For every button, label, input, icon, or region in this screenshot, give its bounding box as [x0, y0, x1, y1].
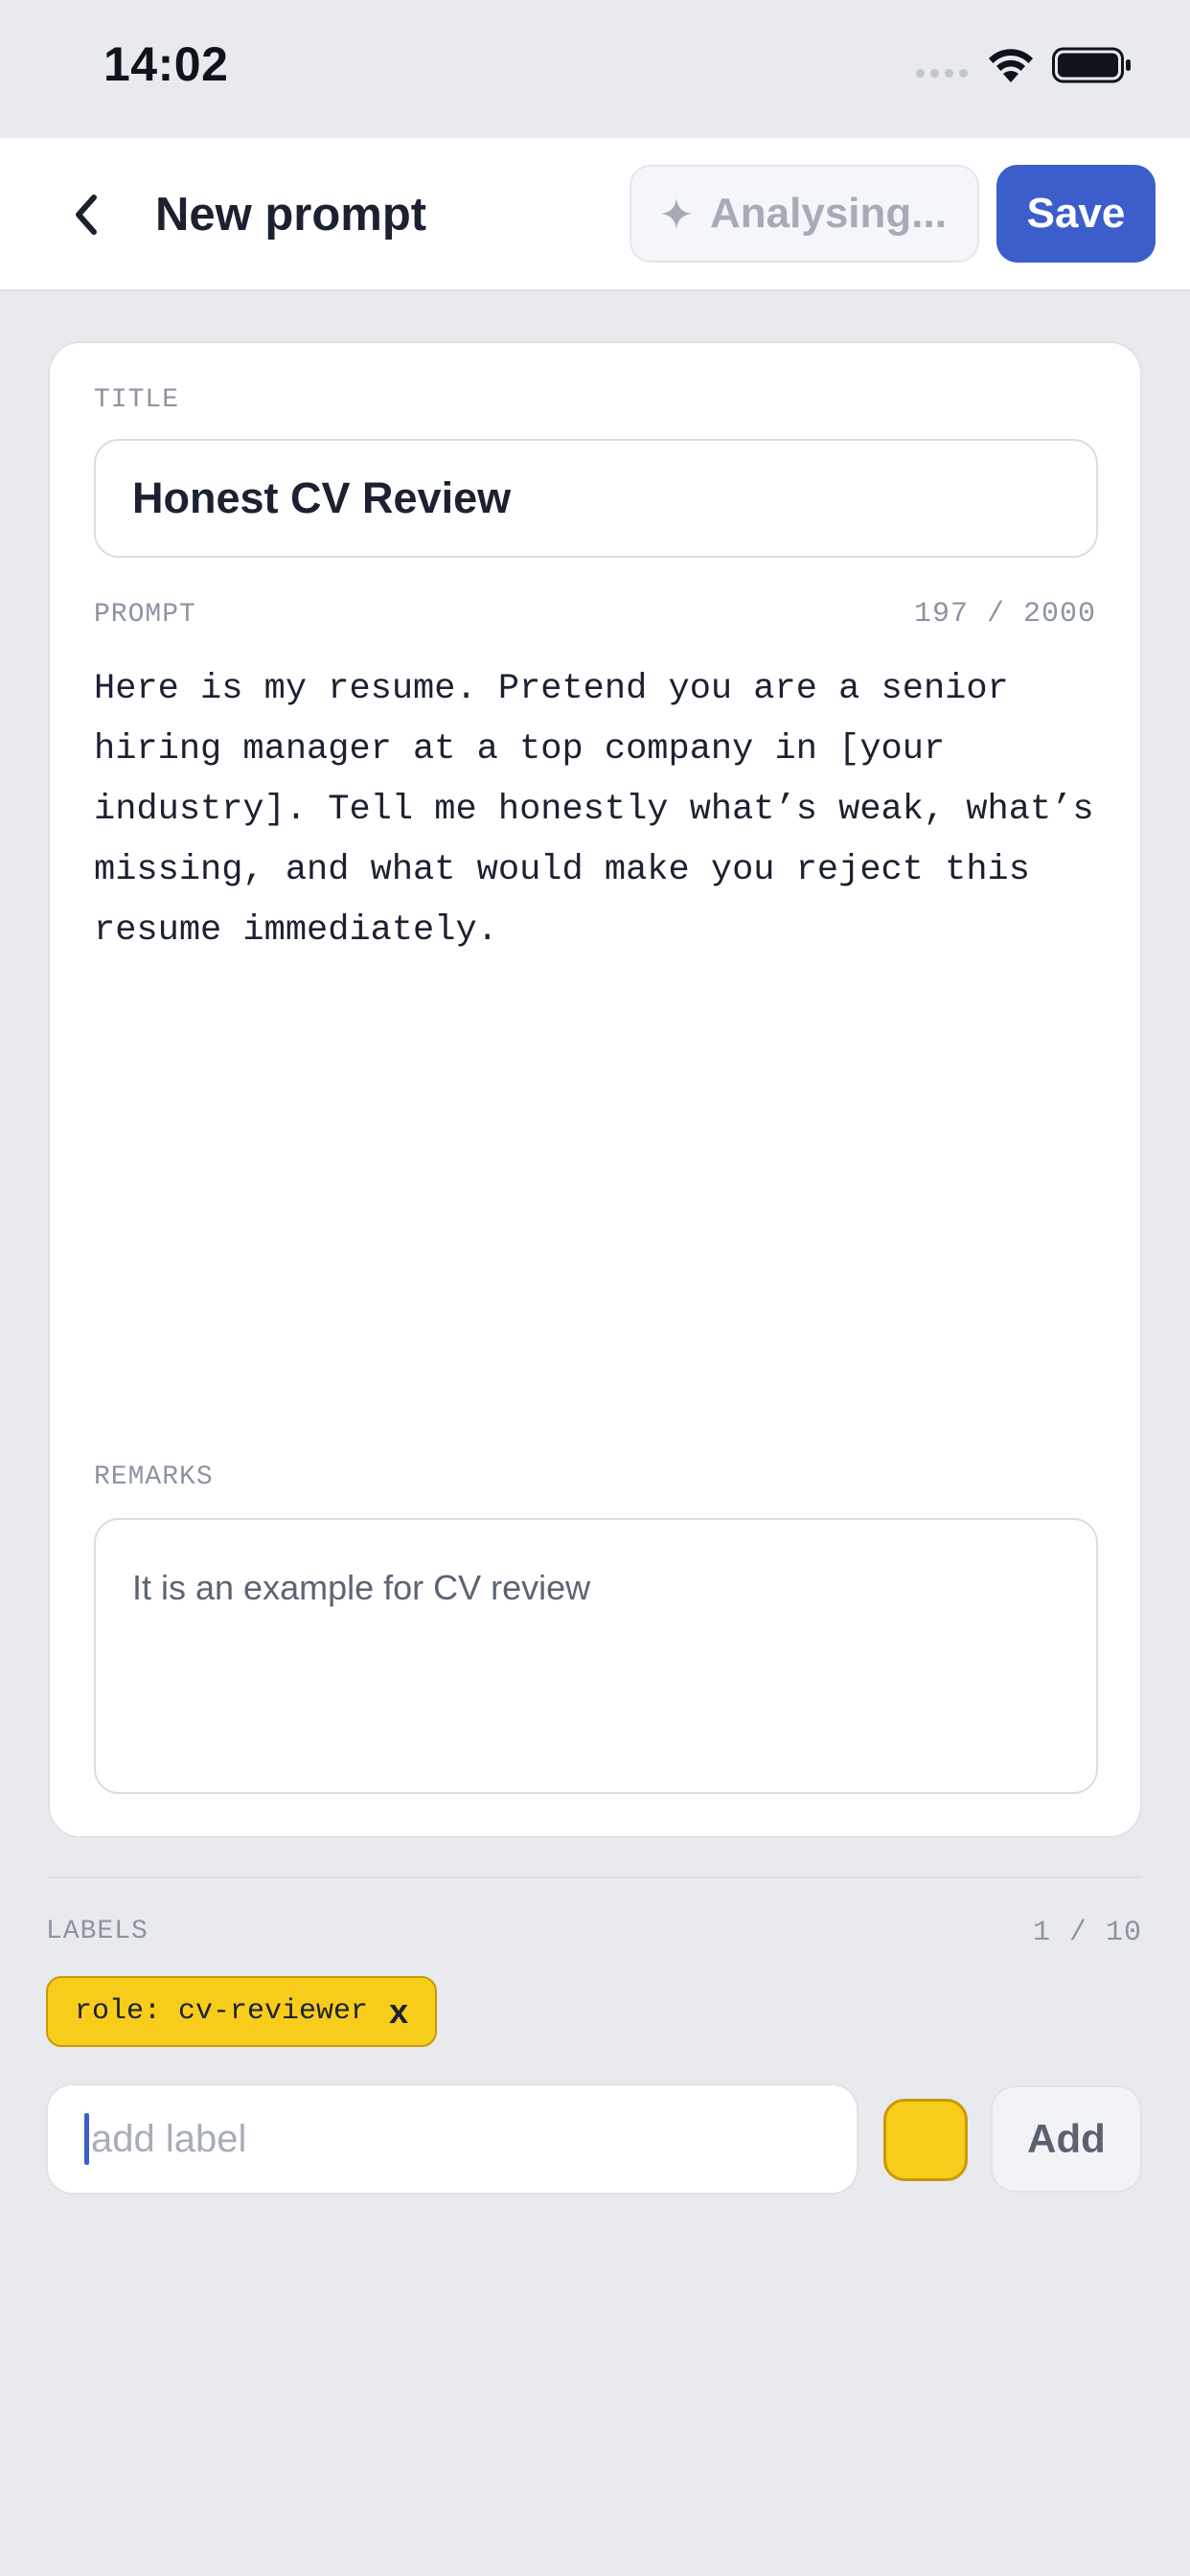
app-header: New prompt Analysing... Save [0, 138, 1190, 291]
chevron-left-icon [76, 195, 97, 235]
add-label-button[interactable]: Add [991, 2085, 1142, 2193]
add-label-placeholder: add label [91, 2117, 247, 2160]
back-button[interactable] [54, 182, 119, 247]
cellular-signal-icon [916, 69, 968, 78]
page-title: New prompt [155, 189, 427, 241]
prompt-form-card: TITLE Honest CV Review PROMPT 197 / 2000… [48, 341, 1142, 1838]
prompt-char-counter: 197 / 2000 [913, 598, 1096, 631]
remarks-textarea[interactable]: It is an example for CV review [94, 1518, 1098, 1794]
status-time: 14:02 [103, 37, 229, 91]
text-cursor [84, 2113, 89, 2165]
label-chip-text: role: cv-reviewer [75, 1995, 369, 2028]
add-label-input[interactable]: add label [46, 2083, 858, 2195]
status-bar: 14:02 [0, 0, 1190, 138]
title-input[interactable]: Honest CV Review [94, 439, 1098, 558]
label-chip[interactable]: role: cv-reviewer x [46, 1976, 438, 2047]
remove-label-icon[interactable]: x [389, 1994, 408, 2029]
save-button[interactable]: Save [996, 165, 1156, 263]
wifi-icon [989, 49, 1033, 82]
analyse-button-label: Analysing... [710, 190, 947, 237]
title-label: TITLE [94, 385, 180, 415]
battery-icon [1052, 47, 1131, 83]
analyse-button[interactable]: Analysing... [629, 165, 979, 263]
labels-counter: 1 / 10 [1032, 1917, 1142, 1949]
prompt-textarea[interactable]: Here is my resume. Pretend you are a sen… [94, 659, 1110, 961]
section-divider [48, 1876, 1142, 1878]
sparkle-icon [661, 198, 692, 229]
label-color-picker[interactable] [883, 2099, 968, 2181]
labels-heading: LABELS [46, 1917, 149, 1946]
remarks-label: REMARKS [94, 1462, 214, 1492]
prompt-label: PROMPT [94, 600, 196, 630]
